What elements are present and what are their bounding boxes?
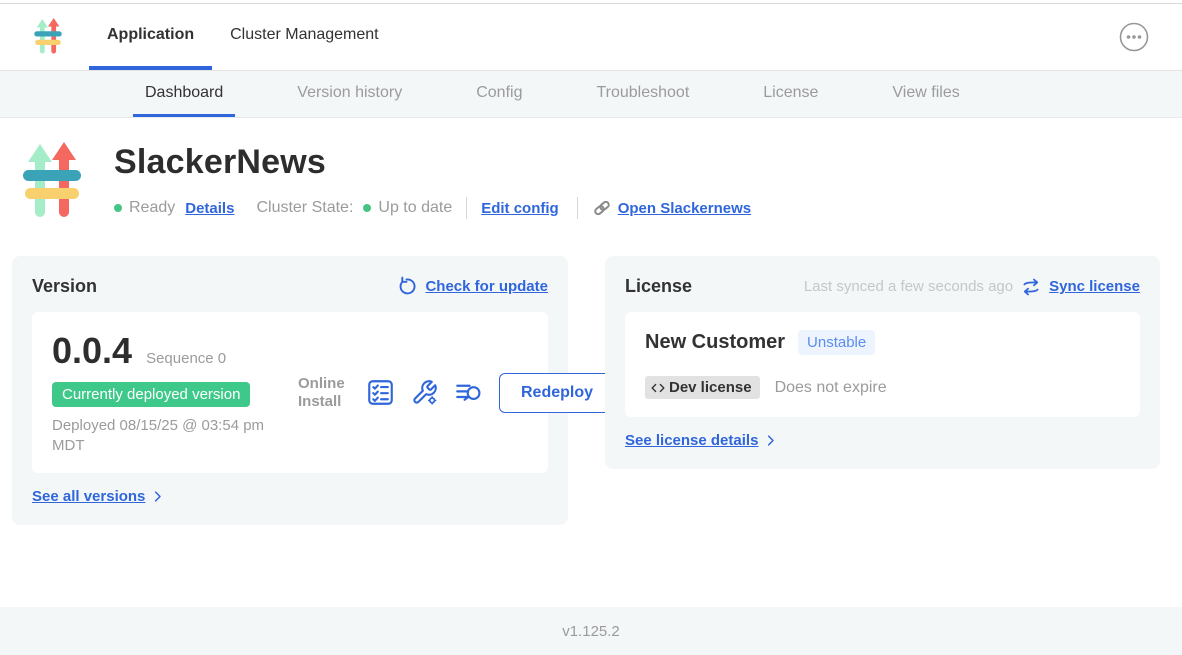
check-update-group: Check for update bbox=[396, 276, 548, 297]
details-link[interactable]: Details bbox=[185, 200, 234, 217]
page-title: SlackerNews bbox=[114, 143, 765, 182]
top-nav: Application Cluster Management bbox=[0, 4, 1182, 71]
sync-license-link[interactable]: Sync license bbox=[1049, 278, 1140, 295]
cluster-state-label: Cluster State: bbox=[256, 199, 353, 217]
version-number: 0.0.4 bbox=[52, 330, 132, 372]
subnav-item-license[interactable]: License bbox=[751, 71, 830, 117]
header-right bbox=[1118, 4, 1182, 70]
license-card-header: License Last synced a few seconds ago Sy… bbox=[625, 276, 1140, 297]
sync-license-group: Last synced a few seconds ago Sync licen… bbox=[804, 277, 1140, 297]
channel-badge: Unstable bbox=[798, 330, 875, 355]
version-number-row: 0.0.4 Sequence 0 bbox=[52, 330, 290, 372]
app-header-text: SlackerNews Ready Details Cluster State:… bbox=[114, 140, 765, 219]
subnav-item-version-history[interactable]: Version history bbox=[285, 71, 414, 117]
subnav-item-view-files[interactable]: View files bbox=[880, 71, 971, 117]
subnav-item-troubleshoot[interactable]: Troubleshoot bbox=[584, 71, 701, 117]
version-actions: Online Install bbox=[298, 373, 615, 413]
app-logo-icon bbox=[33, 18, 63, 54]
more-menu-icon[interactable] bbox=[1118, 21, 1150, 53]
dashboard-cards: Version Check for update 0.0.4 bbox=[12, 256, 1160, 525]
license-expiry: Does not expire bbox=[775, 379, 887, 397]
divider bbox=[577, 197, 578, 219]
customer-row: New Customer Unstable bbox=[645, 330, 1120, 355]
deployed-status-badge: Currently deployed version bbox=[52, 382, 250, 407]
open-app-link[interactable]: Open Slackernews bbox=[592, 198, 751, 218]
app-header-block: SlackerNews Ready Details Cluster State:… bbox=[22, 140, 1160, 219]
version-card-header: Version Check for update bbox=[32, 276, 548, 297]
dashboard-main: SlackerNews Ready Details Cluster State:… bbox=[0, 118, 1182, 607]
app-status-text: Ready bbox=[129, 199, 175, 217]
version-card-title: Version bbox=[32, 276, 97, 297]
view-logs-icon[interactable] bbox=[455, 379, 482, 406]
cluster-state-dot bbox=[363, 204, 371, 212]
refresh-icon bbox=[396, 276, 417, 297]
preflight-checks-icon[interactable] bbox=[367, 379, 394, 406]
install-type-label: Online Install bbox=[298, 375, 350, 410]
license-type-label: Dev license bbox=[669, 379, 752, 396]
license-details-panel: New Customer Unstable Dev license Does n… bbox=[625, 312, 1140, 417]
top-tabs: Application Cluster Management bbox=[89, 4, 397, 70]
license-type-badge: Dev license bbox=[645, 376, 760, 399]
see-all-versions-row: See all versions bbox=[32, 488, 548, 505]
license-card: License Last synced a few seconds ago Sy… bbox=[605, 256, 1160, 469]
license-card-title: License bbox=[625, 276, 692, 297]
chain-link-icon bbox=[592, 198, 612, 218]
redeploy-button[interactable]: Redeploy bbox=[499, 373, 615, 413]
license-type-row: Dev license Does not expire bbox=[645, 376, 1120, 399]
app-status-dot bbox=[114, 204, 122, 212]
see-license-details-row: See license details bbox=[625, 432, 1140, 449]
chevron-right-icon bbox=[150, 489, 165, 504]
code-icon bbox=[650, 381, 666, 395]
current-version-panel: 0.0.4 Sequence 0 Currently deployed vers… bbox=[32, 312, 548, 473]
tab-application[interactable]: Application bbox=[89, 4, 212, 70]
subnav-item-config[interactable]: Config bbox=[464, 71, 534, 117]
sync-arrows-icon bbox=[1021, 277, 1041, 297]
slackernews-logo bbox=[22, 141, 82, 219]
chevron-right-icon bbox=[763, 433, 778, 448]
see-all-versions-link[interactable]: See all versions bbox=[32, 488, 145, 505]
app-status-row: Ready Details Cluster State: Up to date … bbox=[114, 197, 765, 219]
tab-cluster-management[interactable]: Cluster Management bbox=[212, 4, 397, 70]
version-info: 0.0.4 Sequence 0 Currently deployed vers… bbox=[52, 330, 290, 455]
subnav-item-dashboard[interactable]: Dashboard bbox=[133, 71, 235, 117]
customer-name: New Customer bbox=[645, 331, 785, 354]
config-wrench-icon[interactable] bbox=[411, 379, 438, 406]
deployed-timestamp: Deployed 08/15/25 @ 03:54 pm MDT bbox=[52, 416, 277, 455]
version-card: Version Check for update 0.0.4 bbox=[12, 256, 568, 525]
edit-config-link[interactable]: Edit config bbox=[481, 200, 559, 217]
version-row: 0.0.4 Sequence 0 Currently deployed vers… bbox=[52, 330, 528, 455]
page: Application Cluster Management Dashboard… bbox=[0, 0, 1182, 655]
app-subnav: Dashboard Version history Config Trouble… bbox=[0, 71, 1182, 118]
see-license-details-link[interactable]: See license details bbox=[625, 432, 758, 449]
last-synced-text: Last synced a few seconds ago bbox=[804, 278, 1013, 295]
console-version: v1.125.2 bbox=[562, 623, 620, 640]
divider bbox=[466, 197, 467, 219]
open-app-label: Open Slackernews bbox=[618, 200, 751, 217]
cluster-state-value: Up to date bbox=[378, 199, 452, 217]
app-footer: v1.125.2 bbox=[0, 607, 1182, 655]
version-sequence: Sequence 0 bbox=[146, 350, 226, 367]
check-for-update-link[interactable]: Check for update bbox=[425, 278, 548, 295]
